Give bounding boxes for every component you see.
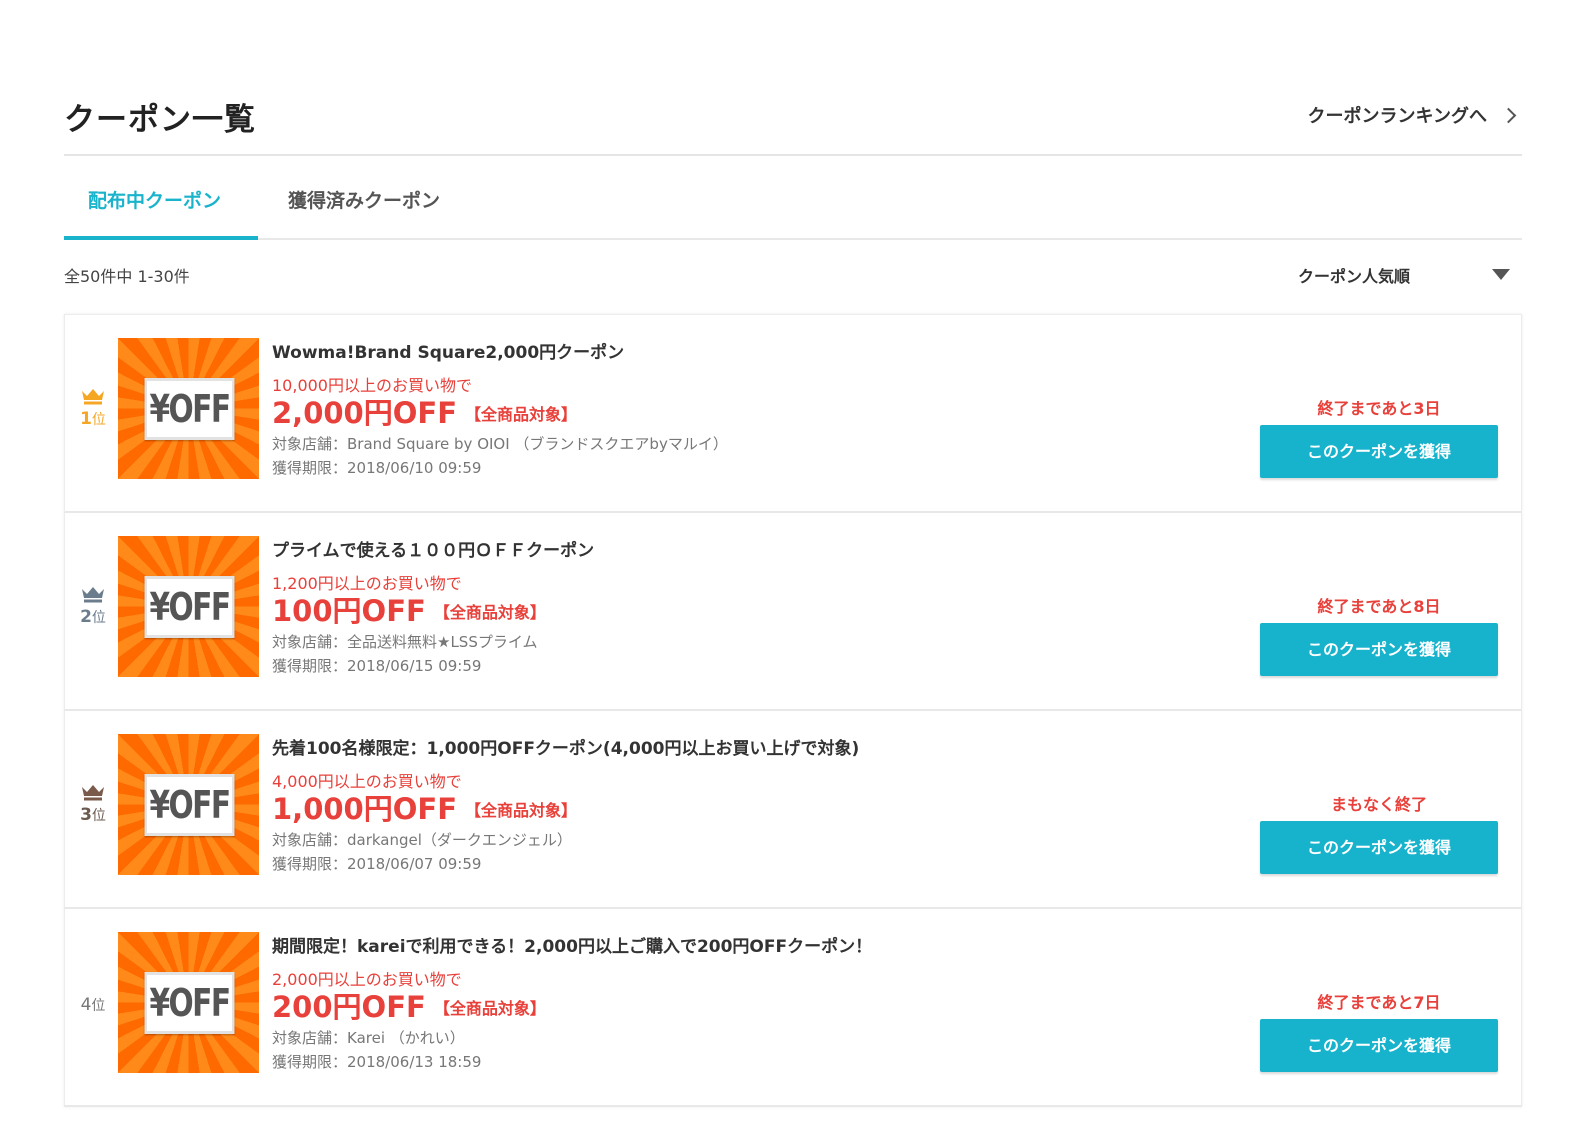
rank-number: 4位 <box>80 995 106 1015</box>
coupon-item: 3位 ¥OFF 先着100名様限定：1,000円OFFクーポン(4,000円以上… <box>64 711 1522 909</box>
coupon-scope: 【全商品対象】 <box>433 603 546 622</box>
coupon-shop: 対象店舗：darkangel（ダークエンジェル） <box>272 831 572 849</box>
rank-number: 1位 <box>80 409 106 429</box>
rank-number: 3位 <box>80 805 106 825</box>
tab-distributing-coupons[interactable]: 配布中クーポン <box>88 186 221 213</box>
coupon-shop: 対象店舗：全品送料無料★LSSプライム <box>272 633 538 651</box>
sort-select[interactable]: クーポン人気順 <box>1298 263 1512 287</box>
active-tab-indicator <box>64 236 258 240</box>
get-coupon-button[interactable]: このクーポンを獲得 <box>1260 425 1498 478</box>
chevron-right-icon <box>1500 107 1517 123</box>
coupon-scope: 【全商品対象】 <box>465 801 578 820</box>
coupon-discount: 1,000円OFF 【全商品対象】 <box>272 792 578 826</box>
coupon-condition: 10,000円以上のお買い物で <box>272 376 472 395</box>
page-title: クーポン一覧 <box>64 102 256 138</box>
rank-badge: 3位 <box>75 783 111 825</box>
get-coupon-button[interactable]: このクーポンを獲得 <box>1260 1019 1498 1072</box>
sort-selected-value[interactable]: クーポン人気順 <box>1298 267 1410 286</box>
coupon-discount: 200円OFF 【全商品対象】 <box>272 990 546 1024</box>
coupon-details: プライムで使える１００円ＯＦＦクーポン 1,200円以上のお買い物で 100円O… <box>272 536 1222 678</box>
coupon-item: 4位 ¥OFF 期間限定！kareiで利用できる！2,000円以上ご購入で200… <box>64 909 1522 1107</box>
rank-badge: 4位 <box>75 995 111 1015</box>
coupon-image-label: ¥OFF <box>144 576 235 638</box>
page-header: クーポン一覧 クーポンランキングへ <box>64 88 1522 156</box>
time-remaining: まもなく終了 <box>1330 795 1427 814</box>
coupon-actions: まもなく終了 このクーポンを獲得 <box>1260 791 1498 874</box>
coupon-scope: 【全商品対象】 <box>465 405 578 424</box>
coupon-deadline: 獲得期限：2018/06/15 09:59 <box>272 657 482 675</box>
get-coupon-button[interactable]: このクーポンを獲得 <box>1260 821 1498 874</box>
dropdown-arrow-icon <box>1492 269 1510 280</box>
coupon-tabs: 配布中クーポン 獲得済みクーポン <box>64 156 1522 240</box>
coupon-discount: 2,000円OFF 【全商品対象】 <box>272 396 578 430</box>
result-count: 全50件中 1-30件 <box>64 267 190 286</box>
time-remaining: 終了まであと7日 <box>1317 993 1441 1012</box>
coupon-image[interactable]: ¥OFF <box>118 734 259 875</box>
crown-gold-icon <box>82 389 104 405</box>
coupon-details: 期間限定！kareiで利用できる！2,000円以上ご購入で200円OFFクーポン… <box>272 932 1222 1074</box>
get-coupon-button[interactable]: このクーポンを獲得 <box>1260 623 1498 676</box>
coupon-shop: 対象店舗：Karei （かれい） <box>272 1029 465 1047</box>
crown-silver-icon <box>82 587 104 603</box>
coupon-item: 1位 ¥OFF Wowma!Brand Square2,000円クーポン 10,… <box>64 315 1522 513</box>
coupon-title[interactable]: 先着100名様限定：1,000円OFFクーポン(4,000円以上お買い上げで対象… <box>272 734 1222 760</box>
coupon-deadline: 獲得期限：2018/06/13 18:59 <box>272 1053 482 1071</box>
coupon-condition: 1,200円以上のお買い物で <box>272 574 462 593</box>
coupon-actions: 終了まであと8日 このクーポンを獲得 <box>1260 593 1498 676</box>
coupon-actions: 終了まであと7日 このクーポンを獲得 <box>1260 989 1498 1072</box>
coupon-item: 2位 ¥OFF プライムで使える１００円ＯＦＦクーポン 1,200円以上のお買い… <box>64 513 1522 711</box>
coupon-title[interactable]: Wowma!Brand Square2,000円クーポン <box>272 338 1222 364</box>
tab-acquired-coupons[interactable]: 獲得済みクーポン <box>288 186 440 213</box>
coupon-details: 先着100名様限定：1,000円OFFクーポン(4,000円以上お買い上げで対象… <box>272 734 1222 876</box>
coupon-image-label: ¥OFF <box>144 774 235 836</box>
coupon-actions: 終了まであと3日 このクーポンを獲得 <box>1260 395 1498 478</box>
coupon-ranking-link-label[interactable]: クーポンランキングへ <box>1308 102 1487 128</box>
time-remaining: 終了まであと3日 <box>1317 399 1441 418</box>
rank-number: 2位 <box>80 607 106 627</box>
coupon-list-page: クーポン一覧 クーポンランキングへ 配布中クーポン 獲得済みクーポン 全50件中… <box>0 0 1582 1124</box>
coupon-image-label: ¥OFF <box>144 378 235 440</box>
coupon-details: Wowma!Brand Square2,000円クーポン 10,000円以上のお… <box>272 338 1222 480</box>
coupon-deadline: 獲得期限：2018/06/07 09:59 <box>272 855 482 873</box>
rank-badge: 2位 <box>75 585 111 627</box>
coupon-shop: 対象店舗：Brand Square by OIOI （ブランドスクエアbyマルイ… <box>272 435 728 453</box>
coupon-condition: 4,000円以上のお買い物で <box>272 772 462 791</box>
coupon-list: 1位 ¥OFF Wowma!Brand Square2,000円クーポン 10,… <box>64 314 1522 1107</box>
coupon-discount: 100円OFF 【全商品対象】 <box>272 594 546 628</box>
coupon-image-label: ¥OFF <box>144 972 235 1034</box>
coupon-title[interactable]: プライムで使える１００円ＯＦＦクーポン <box>272 536 1222 562</box>
coupon-image[interactable]: ¥OFF <box>118 932 259 1073</box>
coupon-condition: 2,000円以上のお買い物で <box>272 970 462 989</box>
time-remaining: 終了まであと8日 <box>1317 597 1441 616</box>
coupon-ranking-link[interactable]: クーポンランキングへ <box>1308 102 1517 128</box>
coupon-image[interactable]: ¥OFF <box>118 536 259 677</box>
crown-bronze-icon <box>82 785 104 801</box>
coupon-title[interactable]: 期間限定！kareiで利用できる！2,000円以上ご購入で200円OFFクーポン… <box>272 932 1222 958</box>
coupon-deadline: 獲得期限：2018/06/10 09:59 <box>272 459 482 477</box>
coupon-scope: 【全商品対象】 <box>433 999 546 1018</box>
rank-badge: 1位 <box>75 387 111 429</box>
coupon-image[interactable]: ¥OFF <box>118 338 259 479</box>
